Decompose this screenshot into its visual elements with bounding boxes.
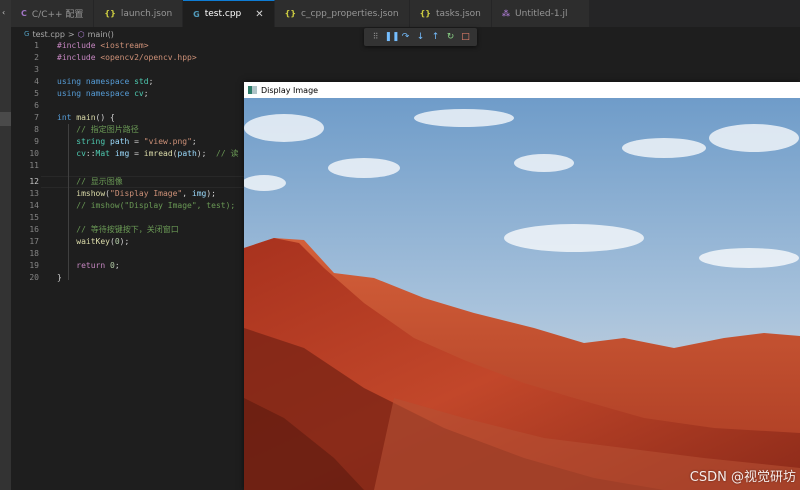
cpp-file-icon: G xyxy=(193,9,200,19)
close-tab-icon[interactable]: ✕ xyxy=(255,9,263,20)
tab-launch-json[interactable]: {} launch.json xyxy=(94,0,184,27)
line-number: 16 xyxy=(29,225,39,234)
tab-c-cpp-config[interactable]: C C/C++ 配置 xyxy=(11,0,95,27)
line-number: 6 xyxy=(34,101,39,110)
tab-label: tasks.json xyxy=(435,8,481,19)
json-file-icon: {} xyxy=(419,9,431,18)
code-line: } xyxy=(57,273,62,282)
cube-symbol-icon: ⬡ xyxy=(77,29,85,39)
image-window-icon xyxy=(248,86,257,94)
code-line: // 指定图片路径 xyxy=(57,125,139,134)
opencv-image-window[interactable]: Display Image xyxy=(244,82,800,490)
landscape-photo xyxy=(244,98,800,490)
json-file-icon: {} xyxy=(284,9,297,18)
chevron-left-icon[interactable]: ‹ xyxy=(2,9,9,17)
c-cpp-settings-icon: C xyxy=(21,9,27,18)
line-number-current: 12 xyxy=(29,177,39,186)
json-file-icon: {} xyxy=(104,9,116,18)
code-line: int main() { xyxy=(57,113,115,122)
breadcrumb-symbol[interactable]: main() xyxy=(88,30,114,39)
line-number: 17 xyxy=(29,237,39,246)
line-number: 2 xyxy=(34,53,39,62)
julia-file-icon: ⁂ xyxy=(501,9,511,18)
code-line: return 0; xyxy=(76,261,120,270)
line-number: 10 xyxy=(29,149,39,158)
window-title: Display Image xyxy=(261,85,319,95)
line-number: 8 xyxy=(34,125,39,134)
code-line: // 显示图像 xyxy=(57,177,123,186)
code-line: imshow("Display Image", img); xyxy=(76,189,216,198)
window-titlebar[interactable]: Display Image xyxy=(244,82,800,98)
line-number: 13 xyxy=(29,189,39,198)
line-number: 1 xyxy=(34,41,39,50)
code-line: // 等待按键按下，关闭窗口 xyxy=(57,225,179,234)
csdn-watermark: CSDN @视觉研坊 xyxy=(689,470,796,485)
line-number: 18 xyxy=(29,249,39,258)
breadcrumb-file[interactable]: test.cpp xyxy=(32,30,64,39)
breadcrumb-separator: > xyxy=(67,29,75,39)
line-number: 14 xyxy=(29,201,39,210)
tab-test-cpp[interactable]: G test.cpp ✕ xyxy=(183,0,275,27)
line-number: 9 xyxy=(34,137,39,146)
code-line: // imshow("Display Image", test); xyxy=(57,201,236,210)
line-number: 4 xyxy=(34,77,39,86)
line-number: 5 xyxy=(34,89,39,98)
code-line: cv::Mat img = imread(path); // 读 xyxy=(76,149,239,158)
activity-marker xyxy=(0,112,11,126)
tab-label: launch.json xyxy=(120,8,173,19)
code-line: #include <opencv2/opencv.hpp> xyxy=(57,53,197,62)
tab-label: test.cpp xyxy=(204,9,242,19)
line-number: 3 xyxy=(34,65,39,74)
activity-bar: ‹ xyxy=(0,0,11,490)
cpp-file-icon: G xyxy=(24,30,30,38)
tab-label: c_cpp_properties.json xyxy=(301,8,399,19)
code-line: using namespace cv; xyxy=(57,89,149,98)
tab-untitled-jl[interactable]: ⁂ Untitled-1.jl xyxy=(491,0,591,27)
tab-label: Untitled-1.jl xyxy=(515,8,568,19)
code-text: <iostream> xyxy=(100,41,149,50)
editor-tab-bar: C C/C++ 配置 {} launch.json G test.cpp ✕ {… xyxy=(11,0,800,27)
breadcrumb: G test.cpp > ⬡ main() xyxy=(24,28,114,40)
line-number: 7 xyxy=(34,113,39,122)
code-line: #include <iostream> xyxy=(57,41,149,50)
tab-tasks-json[interactable]: {} tasks.json xyxy=(409,0,492,27)
code-line: string path = "view.png"; xyxy=(76,137,197,146)
code-line: using namespace std; xyxy=(57,77,154,86)
line-number: 20 xyxy=(29,273,39,282)
code-line: waitKey(0); xyxy=(76,237,130,246)
line-number: 19 xyxy=(29,261,39,270)
line-number: 11 xyxy=(29,161,39,170)
tab-label: C/C++ 配置 xyxy=(31,10,84,20)
tab-c-cpp-properties[interactable]: {} c_cpp_properties.json xyxy=(274,0,410,27)
line-number: 15 xyxy=(29,213,39,222)
